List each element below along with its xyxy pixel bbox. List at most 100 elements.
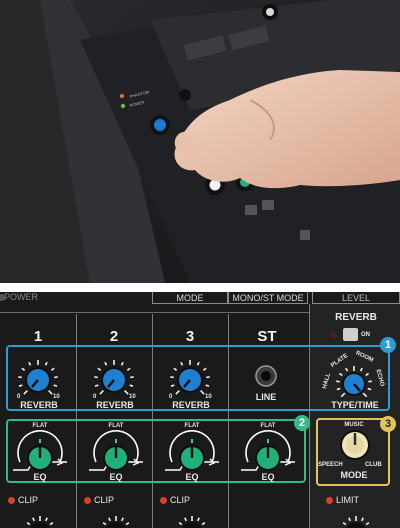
knob-tick (99, 390, 104, 395)
eq-knob-2[interactable] (86, 430, 146, 476)
mono-st-mode-label: MONO/ST MODE (228, 292, 308, 304)
master-knob-partial[interactable] (336, 512, 376, 528)
clip-led-2 (84, 497, 91, 504)
knob-tick (173, 367, 178, 371)
badge-1: 1 (380, 337, 396, 353)
eq-knob-st[interactable] (238, 430, 298, 476)
type-time-label: TYPE/TIME (331, 400, 379, 410)
eq-st-label: EQ (261, 472, 275, 482)
knob-tick (200, 390, 205, 395)
channel-1-number: 1 (33, 328, 43, 345)
knob-tick (44, 361, 48, 366)
eq-1-flat-label: FLAT (32, 423, 48, 429)
knob-tick (126, 367, 131, 371)
limit-led (326, 497, 333, 504)
mode-speech-label: SPEECH (318, 462, 343, 468)
knob-tick (365, 372, 370, 377)
reverb-on-led (330, 332, 337, 339)
clip-led-1 (8, 497, 15, 504)
knob-tick (202, 367, 207, 371)
knob-tick (359, 367, 363, 372)
knob-tick (53, 384, 58, 387)
knob-tick (94, 376, 98, 379)
channel-2-number: 2 (109, 328, 119, 345)
eq-knob-1[interactable] (10, 430, 70, 476)
clip-label-2: CLIP (94, 495, 115, 505)
eq-2-flat-label: FLAT (108, 423, 124, 429)
mode-knob[interactable] (334, 428, 376, 464)
gain-knob-1-partial[interactable] (20, 512, 60, 528)
reverb-3-label: REVERB (172, 400, 210, 410)
reverb-on-label: ON (361, 332, 370, 338)
knob-tick (368, 380, 372, 383)
knob-tick (336, 380, 340, 383)
knob-tick (44, 517, 48, 522)
knob-tick (342, 521, 347, 526)
channel-3-number: 3 (185, 328, 195, 345)
reverb-knob-2[interactable] (87, 354, 141, 398)
knob-tick (18, 376, 22, 379)
knob-tick (360, 517, 364, 522)
reverb-type-time-knob[interactable] (330, 362, 378, 402)
knob-tick (130, 376, 134, 379)
knob-tick (206, 376, 210, 379)
mode-label-bottom: MODE (340, 470, 368, 480)
knob-tick (32, 517, 36, 522)
line-label: LINE (255, 392, 277, 402)
eq-2-label: EQ (109, 472, 123, 482)
knob-tick (348, 517, 352, 522)
knob-tick (94, 384, 99, 387)
eq-knob-3[interactable] (162, 430, 222, 476)
level-label: LEVEL (312, 292, 400, 304)
eq-3-label: EQ (185, 472, 199, 482)
eq-st-flat-label: FLAT (260, 423, 276, 429)
knob-tick (120, 517, 124, 522)
badge-2: 2 (294, 415, 310, 431)
knob-tick (340, 392, 346, 398)
knob-tick (49, 521, 54, 526)
reverb-knob-3[interactable] (163, 354, 217, 398)
divider-gap (0, 283, 400, 292)
column-separator (309, 304, 310, 528)
knob-tick (54, 376, 58, 379)
knob-tick (178, 521, 183, 526)
knob-tick (196, 517, 200, 522)
clip-label-1: CLIP (18, 495, 39, 505)
line-input-jack[interactable] (254, 364, 278, 388)
badge-3: 3 (380, 416, 396, 432)
knob-tick (170, 376, 174, 379)
knob-tick (336, 387, 341, 391)
knob-tick (50, 367, 55, 371)
reverb-2-label: REVERB (96, 400, 134, 410)
knob-tick (205, 384, 210, 387)
knob-tick (175, 390, 180, 395)
knob-tick (18, 384, 23, 387)
gain-knob-2-partial[interactable] (96, 512, 136, 528)
knob-tick (108, 517, 112, 522)
reverb-on-button[interactable] (343, 328, 358, 341)
knob-tick (23, 390, 28, 395)
knob-tick (170, 384, 175, 387)
knob-tick (28, 361, 32, 366)
knob-tick (196, 361, 200, 366)
gain-knob-3-partial[interactable] (172, 512, 212, 528)
knob-tick (102, 521, 107, 526)
knob-tick (48, 390, 53, 395)
knob-tick (125, 521, 130, 526)
knob-tick (104, 361, 108, 366)
reverb-1-label: REVERB (20, 400, 58, 410)
knob-tick (345, 367, 349, 372)
eq-3-flat-label: FLAT (184, 423, 200, 429)
reverb-knob-1[interactable] (11, 354, 65, 398)
knob-tick (184, 517, 188, 522)
knob-tick (201, 521, 206, 526)
clip-label-3: CLIP (170, 495, 191, 505)
product-photo: PHANTOM POWER (0, 0, 400, 283)
knob-tick (21, 367, 26, 371)
limit-label: LIMIT (336, 495, 360, 505)
reverb-section-title: REVERB (335, 312, 377, 323)
clip-led-3 (160, 497, 167, 504)
knob-tick (180, 361, 184, 366)
knob-tick (26, 521, 31, 526)
knob-tick (362, 392, 368, 398)
